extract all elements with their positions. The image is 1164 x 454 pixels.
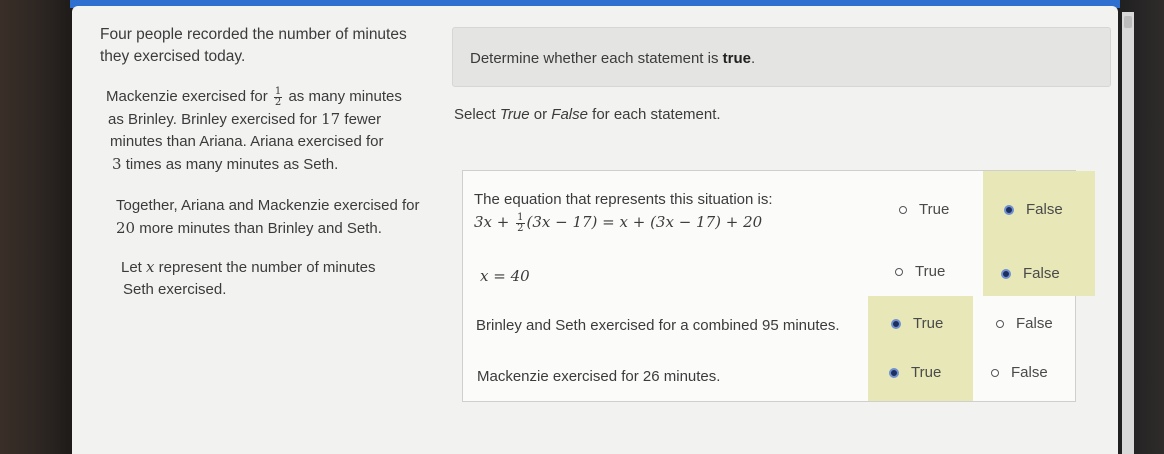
- statement-1-equation: 3x + 1 2 (3x − 17) = x + (3x − 17) + 20: [474, 211, 874, 234]
- statement-1: The equation that represents this situat…: [474, 189, 874, 234]
- row-4-true-option[interactable]: True: [889, 364, 941, 381]
- p1-num-3: 3: [112, 155, 122, 173]
- p1-text-d: fewer: [344, 111, 382, 128]
- row-1-true-option[interactable]: True: [899, 201, 949, 218]
- problem-paragraph-3: Let x represent the number of minutes Se…: [121, 256, 451, 301]
- radio-selected-icon[interactable]: [891, 318, 901, 329]
- instruction-text: Determine whether each statement is true…: [470, 50, 755, 67]
- select-instruction: Select True or False for each statement.: [454, 106, 721, 123]
- true-label: True: [915, 263, 946, 280]
- statement-2: x = 40: [480, 267, 530, 285]
- row-4-false-option[interactable]: False: [991, 364, 1048, 381]
- p3-text-a: Let: [121, 259, 142, 276]
- problem-paragraph-1: Mackenzie exercised for 12 as many minut…: [106, 86, 436, 176]
- true-label: True: [919, 201, 950, 218]
- monitor-bezel-left: [0, 0, 80, 454]
- eq-right: (3x − 17) = x + (3x − 17) + 20: [526, 213, 763, 231]
- true-label: True: [911, 364, 942, 381]
- p1-text-e: times as many minutes as Seth.: [125, 156, 339, 173]
- p1-text-b: as many minutes: [288, 88, 402, 105]
- problem-intro-text: Four people recorded the number of minut…: [100, 26, 407, 65]
- problem-intro: Four people recorded the number of minut…: [100, 24, 430, 68]
- row-1-true-cell[interactable]: True: [875, 171, 983, 233]
- vertical-scrollbar[interactable]: [1122, 12, 1134, 454]
- instruction-main: Determine whether each statement is: [470, 50, 719, 67]
- eq-one-half-fraction: 12: [516, 211, 525, 234]
- instruction-emphasis: true: [722, 50, 751, 67]
- eq-frac-denominator: 2: [517, 222, 524, 234]
- row-2-false-option[interactable]: False: [1001, 265, 1060, 282]
- eq-left: 3x +: [474, 213, 510, 231]
- select-true-word: True: [499, 106, 530, 123]
- p2-line-2: 20 more minutes than Brinley and Seth.: [116, 217, 446, 240]
- p1-text-c: as Brinley. Brinley exercised for: [108, 111, 317, 128]
- row-2-true-cell[interactable]: True: [871, 233, 975, 296]
- row-3-false-option[interactable]: False: [996, 315, 1053, 332]
- p1-line-2: as Brinley. Brinley exercised for 17 few…: [108, 108, 436, 131]
- p3-text-b: represent the number of minutes: [158, 259, 376, 276]
- problem-paragraph-2: Together, Ariana and Mackenzie exercised…: [116, 195, 446, 240]
- radio-unselected-icon[interactable]: [991, 368, 999, 377]
- scrollbar-thumb[interactable]: [1124, 16, 1132, 28]
- false-label: False: [1026, 201, 1063, 218]
- false-label: False: [1016, 315, 1053, 332]
- instruction-box: Determine whether each statement is true…: [452, 27, 1111, 87]
- radio-selected-icon[interactable]: [1001, 268, 1011, 279]
- select-false-word: False: [551, 106, 588, 123]
- select-text-a: Select: [454, 106, 496, 123]
- p2-line-1: Together, Ariana and Mackenzie exercised…: [116, 197, 420, 214]
- frac-numerator: 1: [273, 85, 283, 98]
- radio-unselected-icon[interactable]: [996, 319, 1004, 328]
- p1-text-a: Mackenzie exercised for: [106, 88, 268, 105]
- radio-unselected-icon[interactable]: [899, 205, 907, 214]
- select-or: or: [533, 106, 548, 123]
- radio-selected-icon[interactable]: [889, 367, 899, 378]
- row-2-true-option[interactable]: True: [895, 263, 945, 280]
- row-3-true-option[interactable]: True: [891, 315, 943, 332]
- row-3-false-cell[interactable]: False: [973, 296, 1075, 348]
- p3-line-2: Seth exercised.: [123, 281, 227, 298]
- frac-denominator: 2: [274, 96, 282, 108]
- eq-frac-numerator: 1: [516, 211, 525, 224]
- p2-text: more minutes than Brinley and Seth.: [139, 220, 382, 237]
- statement-4: Mackenzie exercised for 26 minutes.: [477, 368, 721, 385]
- p1-line-3: minutes than Ariana. Ariana exercised fo…: [110, 133, 384, 150]
- p1-line-1: Mackenzie exercised for 12 as many minut…: [106, 86, 436, 108]
- row-1-false-option[interactable]: False: [1004, 201, 1063, 218]
- false-label: False: [1023, 265, 1060, 282]
- statement-3: Brinley and Seth exercised for a combine…: [476, 317, 840, 334]
- true-label: True: [913, 315, 944, 332]
- instruction-period: .: [750, 50, 756, 67]
- row-3-true-cell[interactable]: True: [868, 296, 973, 401]
- p2-num-20: 20: [116, 219, 136, 237]
- radio-unselected-icon[interactable]: [895, 267, 903, 276]
- p1-num-17: 17: [321, 110, 341, 128]
- statement-1-text: The equation that represents this situat…: [474, 191, 773, 208]
- p3-line-1: Let x represent the number of minutes: [121, 256, 451, 279]
- p3-variable: x: [146, 258, 155, 276]
- radio-selected-icon[interactable]: [1004, 204, 1014, 215]
- select-text-b: for each statement.: [592, 106, 721, 123]
- p1-line-4: 3 times as many minutes as Seth.: [112, 153, 436, 176]
- one-half-fraction: 12: [273, 85, 283, 108]
- statement-table: The equation that represents this situat…: [462, 170, 1095, 402]
- false-label: False: [1011, 364, 1048, 381]
